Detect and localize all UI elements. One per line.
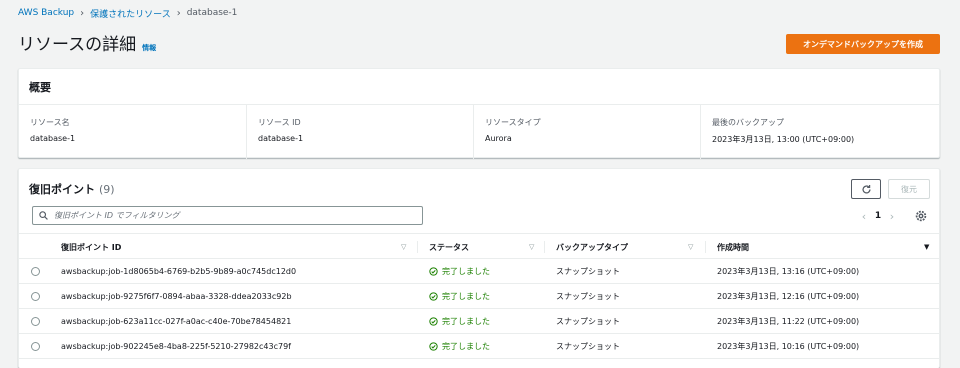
row-radio-button[interactable] <box>31 292 40 301</box>
overview-title: 概要 <box>19 69 939 105</box>
overview-panel: 概要 リソース名 database-1 リソース ID database-1 リ… <box>18 68 940 159</box>
success-check-icon <box>429 292 438 301</box>
search-icon <box>39 211 48 220</box>
page-title: リソースの詳細 情報 <box>18 30 156 55</box>
column-divider <box>417 241 418 253</box>
gear-icon[interactable] <box>914 209 928 223</box>
sort-icon[interactable]: ▽ <box>688 243 693 251</box>
success-check-icon <box>429 342 438 351</box>
creation-time: 2023年3月13日, 11:22 (UTC+09:00) <box>717 317 860 326</box>
status-cell: 完了しました <box>429 259 490 284</box>
column-divider <box>705 241 706 253</box>
recovery-point-id: awsbackup:job-902245e8-4ba8-225f-5210-27… <box>61 342 291 351</box>
recovery-point-id: awsbackup:job-623a11cc-027f-a0ac-c40e-70… <box>61 317 292 326</box>
table-header: 復旧ポイント ID ▽ ステータス ▽ バックアップタイプ ▽ 作成時間 ▼ <box>19 233 939 259</box>
status-cell: 完了しました <box>429 284 490 309</box>
recovery-points-title: 復旧ポイント (9) <box>29 181 115 197</box>
column-header-recovery-point-id[interactable]: 復旧ポイント ID <box>61 234 121 260</box>
chevron-right-icon: › <box>80 7 85 19</box>
field-value: 2023年3月13日, 13:00 (UTC+09:00) <box>712 135 855 144</box>
table-row[interactable]: awsbackup:job-1d8065b4-6769-b2b5-9b89-a0… <box>19 259 939 284</box>
field-value: Aurora <box>485 134 512 143</box>
overview-field-last-backup: 最後のバックアップ 2023年3月13日, 13:00 (UTC+09:00) <box>700 105 927 159</box>
row-radio-button[interactable] <box>31 342 40 351</box>
page-number[interactable]: 1 <box>871 211 885 221</box>
field-label: リソースタイプ <box>485 118 541 127</box>
info-link[interactable]: 情報 <box>142 43 156 53</box>
sort-descending-icon[interactable]: ▼ <box>924 243 929 251</box>
table-row[interactable]: awsbackup:job-9275f6f7-0894-abaa-3328-dd… <box>19 284 939 309</box>
creation-time: 2023年3月13日, 10:16 (UTC+09:00) <box>717 342 860 351</box>
status-cell: 完了しました <box>429 334 490 359</box>
recovery-point-id: awsbackup:job-9275f6f7-0894-abaa-3328-dd… <box>61 292 292 301</box>
breadcrumb: AWS Backup › 保護されたリソース › database-1 <box>18 6 237 20</box>
page-title-text: リソースの詳細 <box>18 35 137 55</box>
chevron-right-icon: › <box>176 7 181 19</box>
pagination: ‹ 1 › <box>857 208 899 224</box>
recovery-points-table: 復旧ポイント ID ▽ ステータス ▽ バックアップタイプ ▽ 作成時間 ▼ a… <box>19 233 939 359</box>
refresh-icon <box>862 184 871 194</box>
field-label: リソース ID <box>258 118 301 127</box>
success-check-icon <box>429 267 438 276</box>
next-page-icon[interactable]: › <box>885 210 899 223</box>
previous-page-icon[interactable]: ‹ <box>857 210 871 223</box>
creation-time: 2023年3月13日, 12:16 (UTC+09:00) <box>717 292 860 301</box>
overview-field-resource-id: リソース ID database-1 <box>246 105 473 159</box>
filter-input[interactable] <box>32 206 423 225</box>
status-text: 完了しました <box>442 292 490 301</box>
overview-field-resource-name: リソース名 database-1 <box>19 105 246 159</box>
backup-type: スナップショット <box>556 292 620 301</box>
table-row[interactable]: awsbackup:job-623a11cc-027f-a0ac-c40e-70… <box>19 309 939 334</box>
creation-time: 2023年3月13日, 13:16 (UTC+09:00) <box>717 267 860 276</box>
backup-type: スナップショット <box>556 317 620 326</box>
recovery-point-id: awsbackup:job-1d8065b4-6769-b2b5-9b89-a0… <box>61 267 297 276</box>
row-radio-button[interactable] <box>31 267 40 276</box>
field-label: 最後のバックアップ <box>712 118 784 127</box>
filter-text-field[interactable] <box>52 210 412 221</box>
column-header-status[interactable]: ステータス <box>429 234 469 260</box>
overview-field-resource-type: リソースタイプ Aurora <box>473 105 700 159</box>
column-divider <box>544 241 545 253</box>
column-header-creation-time[interactable]: 作成時間 <box>717 234 749 260</box>
breadcrumb-current: database-1 <box>186 8 238 18</box>
backup-type: スナップショット <box>556 342 620 351</box>
sort-icon[interactable]: ▽ <box>401 243 406 251</box>
breadcrumb-aws-backup[interactable]: AWS Backup <box>18 8 74 18</box>
field-label: リソース名 <box>30 118 70 127</box>
row-radio-button[interactable] <box>31 317 40 326</box>
status-text: 完了しました <box>442 267 490 276</box>
field-value: database-1 <box>30 134 76 143</box>
success-check-icon <box>429 317 438 326</box>
column-header-backup-type[interactable]: バックアップタイプ <box>556 234 628 260</box>
breadcrumb-protected-resources[interactable]: 保護されたリソース <box>90 7 171 20</box>
field-value: database-1 <box>258 134 304 143</box>
recovery-points-count: (9) <box>99 183 115 196</box>
create-on-demand-backup-button[interactable]: オンデマンドバックアップを作成 <box>786 34 940 54</box>
status-text: 完了しました <box>442 342 490 351</box>
recovery-points-panel: 復旧ポイント(9) 復元 ‹ 1 › 復旧ポイント ID ▽ ステータス ▽ バ <box>18 168 940 368</box>
status-text: 完了しました <box>442 317 490 326</box>
status-cell: 完了しました <box>429 309 490 334</box>
restore-button[interactable]: 復元 <box>888 179 930 199</box>
backup-type: スナップショット <box>556 267 620 276</box>
sort-icon[interactable]: ▽ <box>529 243 534 251</box>
refresh-button[interactable] <box>851 179 881 199</box>
recovery-points-title-text: 復旧ポイント <box>29 183 95 196</box>
table-row[interactable]: awsbackup:job-902245e8-4ba8-225f-5210-27… <box>19 334 939 359</box>
